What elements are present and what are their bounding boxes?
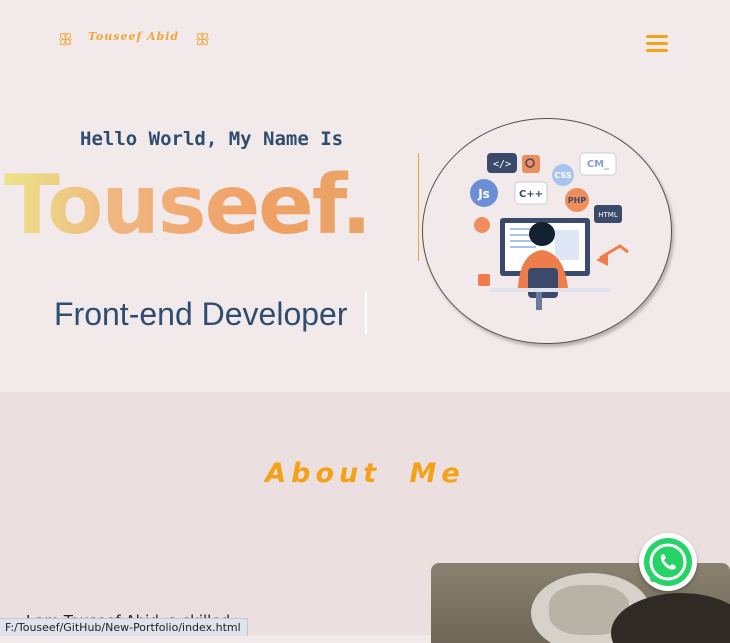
logo-ornament-right-icon: ꕥ <box>195 30 210 49</box>
cpp-bubble-icon: C++ <box>519 189 543 200</box>
role-text: Front-end Developer <box>54 296 348 332</box>
code-bubble-icon: </> <box>493 159 511 170</box>
php-bubble-icon: PHP <box>568 196 587 205</box>
cm-bubble-icon: CM_ <box>587 159 609 170</box>
logo-text: Touseef Abid <box>88 30 180 43</box>
browser-status-url: F:/Touseef/GitHub/New-Portfolio/index.ht… <box>0 618 248 636</box>
html-bubble-icon: HTML <box>598 211 618 219</box>
typing-caret <box>365 292 367 334</box>
greeting-text: Hello World, My Name Is <box>80 128 344 150</box>
about-title: About Me <box>265 458 465 489</box>
js-bubble-icon: Js <box>477 187 490 201</box>
css-bubble-icon: CSS <box>554 171 571 180</box>
logo[interactable]: ꕥ Touseef Abid ꕥ <box>58 28 218 56</box>
whatsapp-icon[interactable] <box>639 533 697 591</box>
hamburger-menu-icon[interactable] <box>646 34 668 54</box>
hero-name: Touseef. <box>4 158 372 253</box>
hero-divider <box>418 153 419 261</box>
logo-ornament-left-icon: ꕥ <box>58 30 73 49</box>
developer-illustration: </> Js C++ CSS CM_ PHP HTML <box>470 152 629 310</box>
